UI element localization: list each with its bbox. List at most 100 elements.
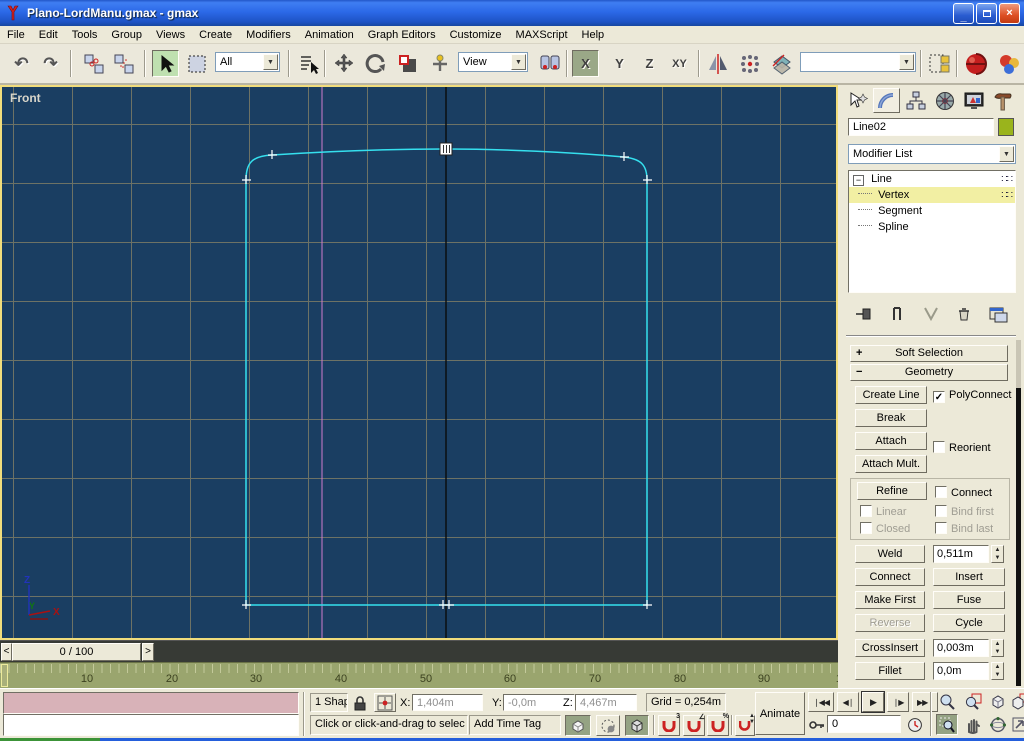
menu-customize[interactable]: Customize — [443, 27, 509, 43]
next-frame-icon[interactable]: ❘▶ — [887, 692, 909, 712]
weld-threshold-field[interactable]: 0,511m — [933, 545, 989, 563]
region-zoom-icon[interactable] — [936, 714, 958, 735]
reference-coordinate-system-dropdown[interactable]: View ▼ — [458, 52, 528, 72]
current-frame-field[interactable]: 0 — [827, 715, 901, 733]
snap-3d-icon[interactable] — [625, 715, 649, 736]
viewport-label[interactable]: Front — [10, 91, 41, 105]
menu-tools[interactable]: Tools — [65, 27, 105, 43]
panel-scrollbar-thumb[interactable] — [1016, 388, 1021, 686]
zoom-extents-all-icon[interactable] — [1011, 691, 1024, 712]
object-color-swatch[interactable] — [998, 118, 1014, 136]
rollout-geometry[interactable]: −Geometry — [850, 364, 1008, 381]
menu-group[interactable]: Group — [104, 27, 149, 43]
arc-rotate-icon[interactable] — [987, 714, 1009, 735]
snaps-toggle-icon[interactable]: 3 — [658, 715, 680, 736]
refine-button[interactable]: Refine — [857, 482, 927, 500]
selection-filter-dropdown[interactable]: All ▼ — [215, 52, 280, 72]
snap-25d-icon[interactable] — [596, 715, 620, 736]
mirror-icon[interactable] — [704, 50, 731, 77]
select-and-manipulate-icon[interactable] — [426, 50, 453, 77]
crossinsert-spinner[interactable]: ▲▼ — [991, 639, 1004, 657]
add-time-tag[interactable]: Add Time Tag — [469, 715, 561, 735]
named-selection-sets-dropdown[interactable]: ▼ — [800, 52, 916, 72]
menu-animation[interactable]: Animation — [298, 27, 361, 43]
material-editor-icon[interactable] — [962, 50, 989, 77]
menu-views[interactable]: Views — [149, 27, 192, 43]
min-max-toggle-icon[interactable] — [1011, 714, 1024, 735]
fuse-button[interactable]: Fuse — [933, 591, 1005, 609]
close-button[interactable]: × — [999, 3, 1020, 24]
angle-snap-icon[interactable]: ∠ — [683, 715, 705, 736]
restrict-z-button[interactable]: Z — [636, 50, 663, 77]
restrict-x-button[interactable]: X — [572, 50, 599, 77]
select-and-rotate-icon[interactable] — [362, 50, 389, 77]
chevron-down-icon[interactable]: ▼ — [999, 146, 1014, 162]
spinner-snap-icon[interactable]: ▲▼ — [735, 715, 755, 736]
align-icon[interactable] — [768, 50, 795, 77]
viewport-front[interactable]: Z X Y Front — [0, 85, 838, 640]
render-scene-icon[interactable] — [995, 50, 1022, 77]
select-and-move-icon[interactable] — [330, 50, 357, 77]
collapse-icon[interactable]: − — [853, 175, 864, 186]
panel-scrollbar[interactable] — [1016, 340, 1021, 686]
chevron-down-icon[interactable]: ▼ — [263, 54, 278, 70]
restrict-xy-plane-button[interactable]: XY — [666, 50, 693, 77]
crossinsert-field[interactable]: 0,003m — [933, 639, 989, 657]
attach-mult-button[interactable]: Attach Mult. — [855, 455, 927, 473]
stack-item-spline[interactable]: Spline — [849, 219, 1015, 235]
create-line-button[interactable]: Create Line — [855, 386, 927, 404]
track-bar[interactable]: 10 20 30 40 50 60 70 80 90 100 — [0, 662, 838, 688]
make-unique-icon[interactable] — [922, 305, 940, 323]
tab-utilities[interactable] — [989, 88, 1016, 113]
maxscript-listener-white[interactable] — [3, 714, 299, 736]
snap-2d-icon[interactable] — [565, 715, 591, 736]
menu-maxscript[interactable]: MAXScript — [509, 27, 575, 43]
configure-modifier-sets-icon[interactable] — [988, 305, 1008, 323]
redo-icon[interactable]: ↷ — [37, 50, 64, 77]
stack-item-vertex[interactable]: Vertex ∷∷ — [849, 187, 1015, 203]
stack-item-line[interactable]: − Line ∷∷ — [849, 171, 1015, 187]
menu-modifiers[interactable]: Modifiers — [239, 27, 298, 43]
undo-icon[interactable]: ↶ — [8, 50, 35, 77]
break-button[interactable]: Break — [855, 409, 927, 427]
track-view-icon[interactable] — [926, 50, 953, 77]
minimize-button[interactable]: _ — [953, 3, 974, 24]
show-end-result-icon[interactable] — [889, 305, 907, 323]
set-key-icon[interactable] — [808, 715, 826, 735]
percent-snap-icon[interactable]: % — [707, 715, 729, 736]
menu-file[interactable]: File — [0, 27, 32, 43]
use-pivot-point-center-icon[interactable] — [536, 50, 563, 77]
select-and-scale-icon[interactable] — [394, 50, 421, 77]
select-object-icon[interactable] — [152, 50, 179, 77]
go-to-start-icon[interactable]: ❘◀◀ — [808, 692, 834, 712]
menu-help[interactable]: Help — [575, 27, 612, 43]
fillet-button[interactable]: Fillet — [855, 662, 925, 680]
chevron-down-icon[interactable]: ▼ — [511, 54, 526, 70]
modifier-list-dropdown[interactable]: Modifier List ▼ — [848, 144, 1016, 164]
rollout-soft-selection[interactable]: +Soft Selection — [850, 345, 1008, 362]
cycle-button[interactable]: Cycle — [933, 614, 1005, 632]
restrict-y-button[interactable]: Y — [606, 50, 633, 77]
make-first-button[interactable]: Make First — [855, 591, 925, 609]
restore-button[interactable] — [976, 3, 997, 24]
object-name-field[interactable]: Line02 — [848, 118, 994, 136]
connect-checkbox[interactable]: Connect — [935, 486, 992, 499]
stack-item-segment[interactable]: Segment — [849, 203, 1015, 219]
previous-frame-icon[interactable]: ◀❘ — [837, 692, 859, 712]
tab-motion[interactable] — [931, 88, 958, 113]
time-slider[interactable]: 0 / 100 — [12, 643, 141, 661]
play-icon[interactable]: ▶ — [862, 692, 884, 712]
weld-button[interactable]: Weld — [855, 545, 925, 563]
previous-frame-arrow[interactable]: < — [1, 643, 12, 661]
zoom-all-icon[interactable] — [962, 691, 984, 712]
menu-create[interactable]: Create — [192, 27, 239, 43]
tab-modify[interactable] — [873, 88, 900, 113]
z-coordinate-field[interactable]: 4,467m — [575, 694, 637, 711]
rectangular-selection-region-icon[interactable] — [183, 50, 210, 77]
maxscript-listener-pink[interactable] — [3, 692, 299, 714]
chevron-down-icon[interactable]: ▼ — [899, 54, 914, 70]
tab-create[interactable] — [844, 88, 871, 113]
select-by-name-icon[interactable] — [295, 50, 322, 77]
zoom-icon[interactable] — [936, 691, 958, 712]
tab-hierarchy[interactable] — [902, 88, 929, 113]
